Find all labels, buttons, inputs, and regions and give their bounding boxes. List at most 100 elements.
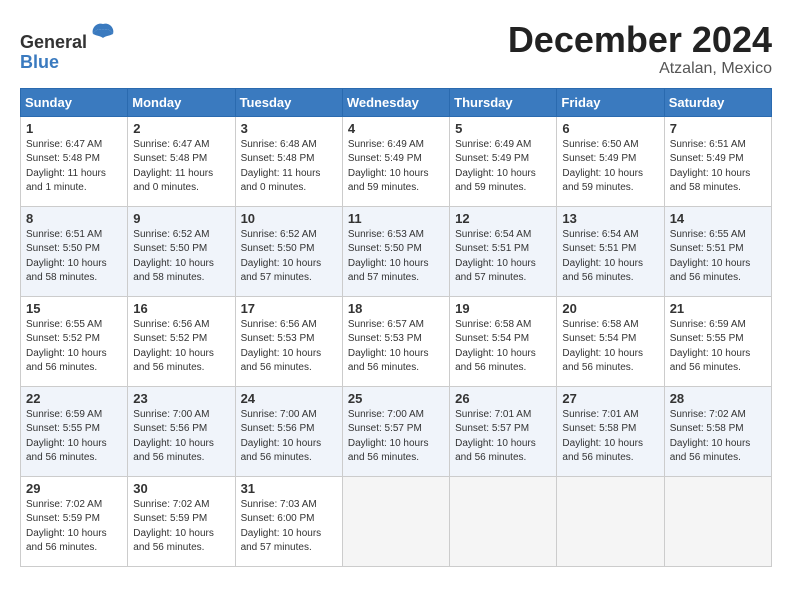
calendar-cell: 9 Sunrise: 6:52 AMSunset: 5:50 PMDaylight… [128, 206, 235, 296]
calendar-cell: 25 Sunrise: 7:00 AMSunset: 5:57 PMDayligh… [342, 386, 449, 476]
day-number: 4 [348, 121, 444, 136]
calendar-cell [450, 476, 557, 566]
calendar-cell [342, 476, 449, 566]
calendar-cell: 16Sunrise: 6:56 AMSunset: 5:52 PMDayligh… [128, 296, 235, 386]
day-number: 2 [133, 121, 229, 136]
day-info: Sunrise: 6:48 AMSunset: 5:48 PMDaylight:… [241, 139, 321, 194]
calendar-cell: 11 Sunrise: 6:53 AMSunset: 5:50 PMDayligh… [342, 206, 449, 296]
calendar-cell: 20 Sunrise: 6:58 AMSunset: 5:54 PMDayligh… [557, 296, 664, 386]
week-row-3: 22Sunrise: 6:59 AMSunset: 5:55 PMDayligh… [21, 386, 772, 476]
day-info: Sunrise: 7:02 AMSunset: 5:59 PMDaylight:… [26, 499, 107, 554]
calendar-cell: 30 Sunrise: 7:02 AMSunset: 5:59 PMDayligh… [128, 476, 235, 566]
day-info: Sunrise: 6:54 AMSunset: 5:51 PMDaylight:… [562, 229, 643, 284]
day-number: 11 [348, 211, 444, 226]
day-number: 13 [562, 211, 658, 226]
day-number: 18 [348, 301, 444, 316]
day-number: 3 [241, 121, 337, 136]
day-number: 15 [26, 301, 122, 316]
calendar-cell: 28 Sunrise: 7:02 AMSunset: 5:58 PMDayligh… [664, 386, 771, 476]
location: Atzalan, Mexico [508, 60, 772, 78]
day-number: 7 [670, 121, 766, 136]
day-info: Sunrise: 7:01 AMSunset: 5:57 PMDaylight:… [455, 409, 536, 464]
logo-bird-icon [89, 20, 117, 48]
day-info: Sunrise: 7:01 AMSunset: 5:58 PMDaylight:… [562, 409, 643, 464]
col-header-monday: Monday [128, 88, 235, 116]
calendar-cell: 5 Sunrise: 6:49 AMSunset: 5:49 PMDaylight… [450, 116, 557, 206]
day-number: 29 [26, 481, 122, 496]
calendar-cell: 14 Sunrise: 6:55 AMSunset: 5:51 PMDayligh… [664, 206, 771, 296]
day-info: Sunrise: 6:52 AMSunset: 5:50 PMDaylight:… [133, 229, 214, 284]
calendar-cell: 8 Sunrise: 6:51 AMSunset: 5:50 PMDaylight… [21, 206, 128, 296]
day-info: Sunrise: 6:59 AMSunset: 5:55 PMDaylight:… [670, 319, 751, 374]
day-number: 26 [455, 391, 551, 406]
month-title: December 2024 [508, 20, 772, 60]
day-info: Sunrise: 6:51 AMSunset: 5:49 PMDaylight:… [670, 139, 751, 194]
day-number: 19 [455, 301, 551, 316]
day-number: 14 [670, 211, 766, 226]
calendar-cell: 21 Sunrise: 6:59 AMSunset: 5:55 PMDayligh… [664, 296, 771, 386]
day-info: Sunrise: 6:55 AMSunset: 5:52 PMDaylight:… [26, 319, 107, 374]
day-info: Sunrise: 7:02 AMSunset: 5:59 PMDaylight:… [133, 499, 214, 554]
day-info: Sunrise: 7:00 AMSunset: 5:57 PMDaylight:… [348, 409, 429, 464]
calendar-cell: 12Sunrise: 6:54 AMSunset: 5:51 PMDayligh… [450, 206, 557, 296]
calendar-cell: 13 Sunrise: 6:54 AMSunset: 5:51 PMDayligh… [557, 206, 664, 296]
calendar-cell: 2 Sunrise: 6:47 AMSunset: 5:48 PMDaylight… [128, 116, 235, 206]
week-row-2: 15 Sunrise: 6:55 AMSunset: 5:52 PMDayligh… [21, 296, 772, 386]
day-info: Sunrise: 6:55 AMSunset: 5:51 PMDaylight:… [670, 229, 751, 284]
day-number: 28 [670, 391, 766, 406]
logo-general: General [20, 32, 87, 52]
day-info: Sunrise: 7:00 AMSunset: 5:56 PMDaylight:… [241, 409, 322, 464]
day-number: 31 [241, 481, 337, 496]
calendar-table: SundayMondayTuesdayWednesdayThursdayFrid… [20, 88, 772, 567]
day-number: 5 [455, 121, 551, 136]
calendar-cell: 7 Sunrise: 6:51 AMSunset: 5:49 PMDaylight… [664, 116, 771, 206]
calendar-cell: 26 Sunrise: 7:01 AMSunset: 5:57 PMDayligh… [450, 386, 557, 476]
day-number: 25 [348, 391, 444, 406]
calendar-cell [664, 476, 771, 566]
calendar-cell: 1 Sunrise: 6:47 AMSunset: 5:48 PMDaylight… [21, 116, 128, 206]
page-header: General Blue December 2024 Atzalan, Mexi… [20, 20, 772, 78]
calendar-cell: 6 Sunrise: 6:50 AMSunset: 5:49 PMDaylight… [557, 116, 664, 206]
logo-blue-text: Blue [20, 53, 117, 73]
day-number: 8 [26, 211, 122, 226]
day-number: 23 [133, 391, 229, 406]
day-number: 30 [133, 481, 229, 496]
day-info: Sunrise: 6:56 AMSunset: 5:53 PMDaylight:… [241, 319, 322, 374]
calendar-cell: 3 Sunrise: 6:48 AMSunset: 5:48 PMDaylight… [235, 116, 342, 206]
day-info: Sunrise: 6:54 AMSunset: 5:51 PMDaylight:… [455, 229, 536, 284]
calendar-header-row: SundayMondayTuesdayWednesdayThursdayFrid… [21, 88, 772, 116]
day-info: Sunrise: 6:49 AMSunset: 5:49 PMDaylight:… [455, 139, 536, 194]
day-number: 20 [562, 301, 658, 316]
logo: General Blue [20, 20, 117, 73]
day-number: 22 [26, 391, 122, 406]
day-info: Sunrise: 6:47 AMSunset: 5:48 PMDaylight:… [133, 139, 213, 194]
week-row-4: 29 Sunrise: 7:02 AMSunset: 5:59 PMDayligh… [21, 476, 772, 566]
calendar-cell: 27 Sunrise: 7:01 AMSunset: 5:58 PMDayligh… [557, 386, 664, 476]
col-header-sunday: Sunday [21, 88, 128, 116]
day-number: 27 [562, 391, 658, 406]
day-info: Sunrise: 6:53 AMSunset: 5:50 PMDaylight:… [348, 229, 429, 284]
day-number: 24 [241, 391, 337, 406]
day-info: Sunrise: 7:00 AMSunset: 5:56 PMDaylight:… [133, 409, 214, 464]
calendar-cell: 18Sunrise: 6:57 AMSunset: 5:53 PMDayligh… [342, 296, 449, 386]
day-info: Sunrise: 6:58 AMSunset: 5:54 PMDaylight:… [562, 319, 643, 374]
day-number: 1 [26, 121, 122, 136]
day-number: 21 [670, 301, 766, 316]
calendar-cell: 15 Sunrise: 6:55 AMSunset: 5:52 PMDayligh… [21, 296, 128, 386]
day-number: 9 [133, 211, 229, 226]
week-row-1: 8 Sunrise: 6:51 AMSunset: 5:50 PMDaylight… [21, 206, 772, 296]
calendar-cell: 19Sunrise: 6:58 AMSunset: 5:54 PMDayligh… [450, 296, 557, 386]
title-block: December 2024 Atzalan, Mexico [508, 20, 772, 78]
calendar-cell: 29 Sunrise: 7:02 AMSunset: 5:59 PMDayligh… [21, 476, 128, 566]
day-info: Sunrise: 6:51 AMSunset: 5:50 PMDaylight:… [26, 229, 107, 284]
calendar-body: 1 Sunrise: 6:47 AMSunset: 5:48 PMDaylight… [21, 116, 772, 566]
day-info: Sunrise: 6:47 AMSunset: 5:48 PMDaylight:… [26, 139, 106, 194]
col-header-wednesday: Wednesday [342, 88, 449, 116]
day-info: Sunrise: 6:52 AMSunset: 5:50 PMDaylight:… [241, 229, 322, 284]
day-number: 6 [562, 121, 658, 136]
day-number: 17 [241, 301, 337, 316]
week-row-0: 1 Sunrise: 6:47 AMSunset: 5:48 PMDaylight… [21, 116, 772, 206]
col-header-saturday: Saturday [664, 88, 771, 116]
day-info: Sunrise: 6:50 AMSunset: 5:49 PMDaylight:… [562, 139, 643, 194]
day-info: Sunrise: 7:02 AMSunset: 5:58 PMDaylight:… [670, 409, 751, 464]
